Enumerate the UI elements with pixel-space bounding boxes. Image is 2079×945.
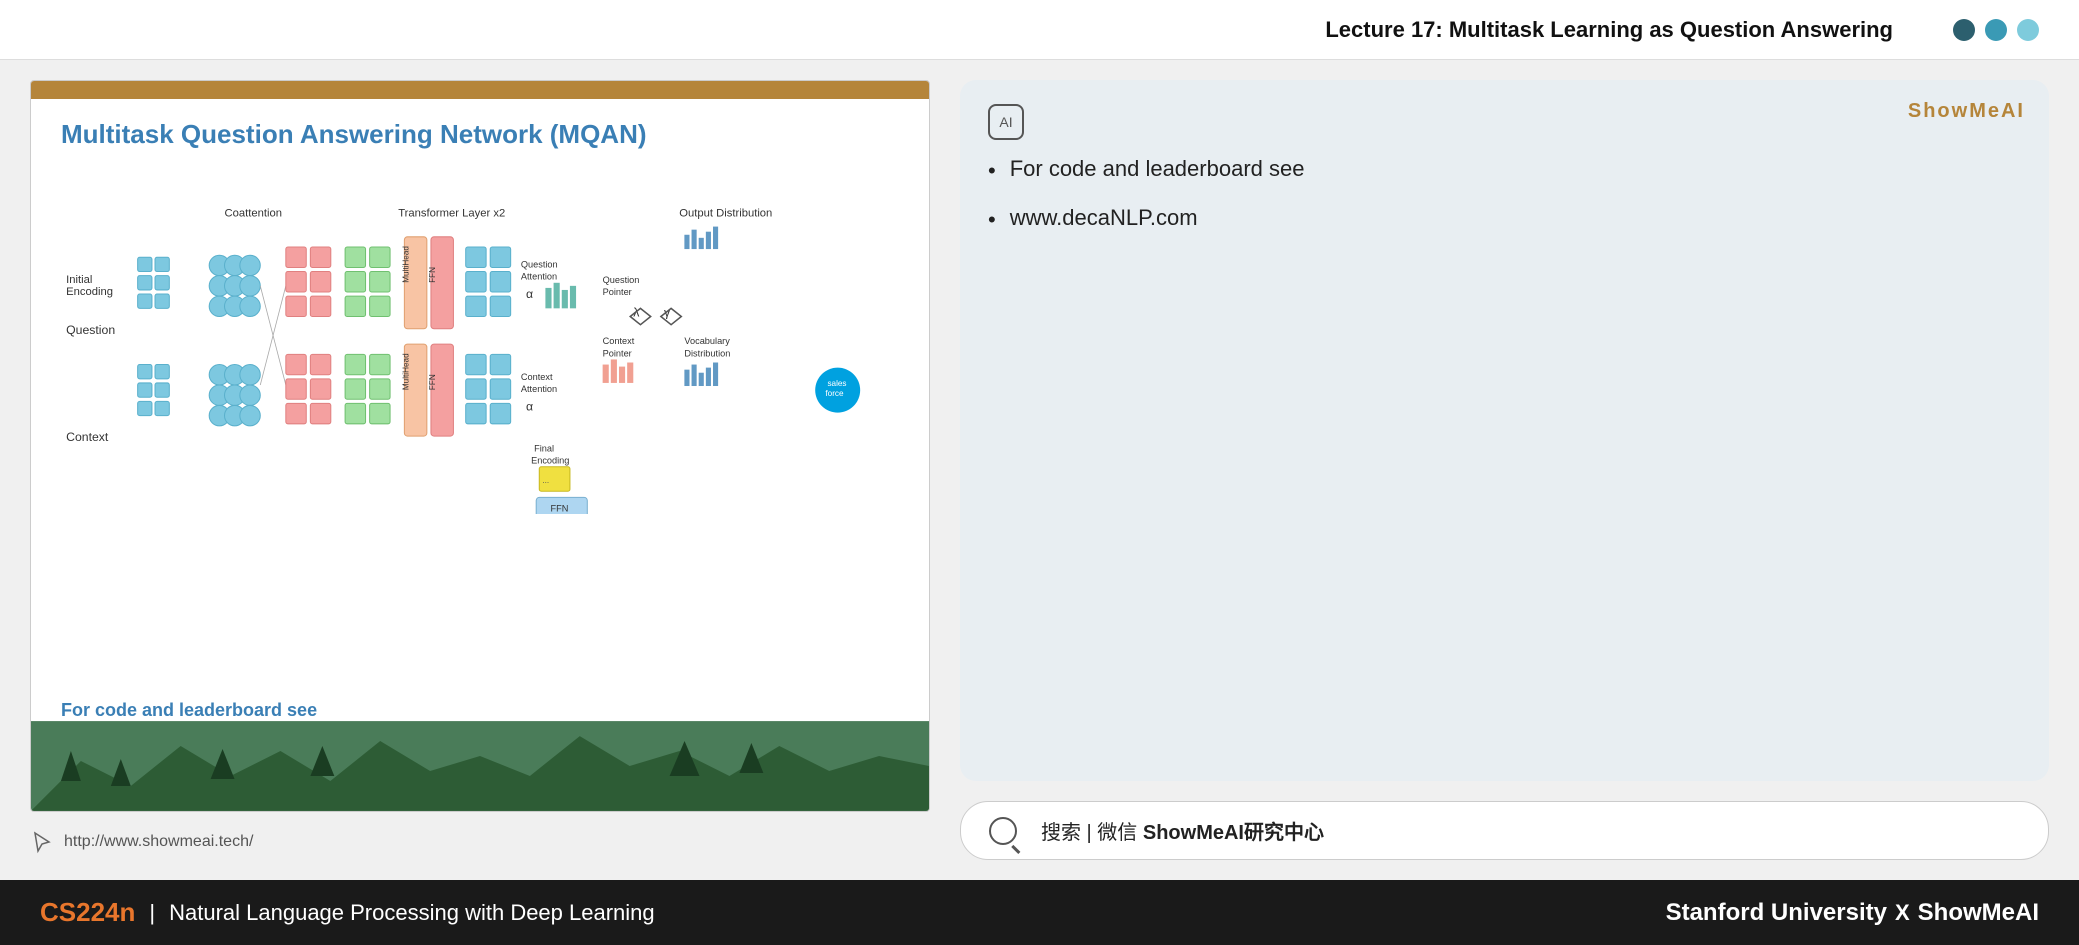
course-code: CS224n (40, 897, 135, 928)
svg-text:sales: sales (827, 379, 846, 388)
note-text-1: For code and leaderboard see (1010, 156, 1305, 182)
svg-text:Final: Final (534, 443, 554, 453)
bottom-right: Stanford University X ShowMeAI (1666, 899, 2039, 927)
bottom-left: CS224n | Natural Language Processing wit… (40, 897, 655, 928)
slide-title: Multitask Question Answering Network (MQ… (61, 119, 899, 150)
svg-text:Question: Question (603, 275, 640, 285)
svg-text:α: α (526, 287, 533, 301)
svg-text:Attention: Attention (521, 384, 557, 394)
svg-text:Transformer Layer x2: Transformer Layer x2 (398, 207, 505, 219)
slide-inner: Multitask Question Answering Network (MQ… (31, 99, 929, 811)
note-brand: ShowMeAI (1908, 100, 2025, 123)
svg-text:Question: Question (66, 323, 115, 337)
cursor-icon (30, 830, 54, 854)
svg-text:Pointer: Pointer (603, 287, 632, 297)
svg-text:Vocabulary: Vocabulary (684, 336, 730, 346)
slide-container: Multitask Question Answering Network (MQ… (30, 80, 930, 812)
course-divider: | (149, 900, 155, 926)
svg-text:Output Distribution: Output Distribution (679, 207, 772, 219)
url-bar: http://www.showmeai.tech/ (30, 824, 930, 860)
mountains-overlay (31, 721, 929, 811)
svg-text:FFN: FFN (428, 374, 437, 390)
svg-text:α: α (526, 400, 533, 414)
svg-text:Encoding: Encoding (531, 456, 569, 466)
slide-diagram: Initial Encoding Coattention Transformer… (61, 164, 899, 514)
svg-text:FFN: FFN (551, 504, 569, 514)
course-name: Natural Language Processing with Deep Le… (169, 900, 655, 926)
dot-2[interactable] (1985, 19, 2007, 41)
bullet-2: • (988, 205, 996, 236)
university-name: Stanford University (1666, 899, 1887, 927)
svg-text:Encoding: Encoding (66, 286, 113, 298)
lecture-title: Lecture 17: Multitask Learning as Questi… (40, 17, 1953, 43)
svg-text:Initial: Initial (66, 274, 92, 286)
ai-icon: AI (988, 104, 1024, 140)
main-content: Multitask Question Answering Network (MQ… (0, 60, 2079, 880)
svg-text:MultiHead: MultiHead (401, 353, 410, 390)
svg-text:Attention: Attention (521, 272, 557, 282)
svg-text:Context: Context (521, 372, 553, 382)
svg-text:FFN: FFN (428, 267, 437, 283)
search-icon (989, 817, 1017, 845)
svg-text:Coattention: Coattention (225, 207, 282, 219)
search-text: 搜索 | 微信 ShowMeAI研究中心 (1041, 816, 1324, 845)
bullet-1: • (988, 156, 996, 187)
slide-panel: Multitask Question Answering Network (MQ… (30, 80, 930, 860)
svg-text:force: force (825, 389, 844, 398)
svg-text:MultiHead: MultiHead (401, 246, 410, 283)
slide-url: http://www.showmeai.tech/ (64, 833, 253, 851)
dot-1[interactable] (1953, 19, 1975, 41)
footer-brand: ShowMeAI (1918, 899, 2039, 927)
svg-text:...: ... (542, 476, 549, 485)
top-bar: Lecture 17: Multitask Learning as Questi… (0, 0, 2079, 60)
note-item-1: • For code and leaderboard see (988, 156, 2021, 187)
bottom-text-line1: For code and leaderboard see (61, 697, 317, 724)
svg-text:Context: Context (66, 430, 109, 444)
diagram-svg: Initial Encoding Coattention Transformer… (61, 164, 899, 514)
svg-text:Context: Context (603, 336, 635, 346)
search-bold-text: ShowMeAI研究中心 (1143, 822, 1324, 844)
navigation-dots (1953, 19, 2039, 41)
right-panel: ShowMeAI AI • For code and leaderboard s… (960, 80, 2049, 860)
note-text-2: www.decaNLP.com (1010, 205, 1198, 231)
x-mark: X (1895, 900, 1910, 926)
note-item-2: • www.decaNLP.com (988, 205, 2021, 236)
svg-text:Pointer: Pointer (603, 348, 632, 358)
slide-top-bar (31, 81, 929, 99)
dot-3[interactable] (2017, 19, 2039, 41)
svg-text:Distribution: Distribution (684, 348, 730, 358)
svg-text:Question: Question (521, 259, 558, 269)
bottom-bar: CS224n | Natural Language Processing wit… (0, 880, 2079, 945)
note-card: ShowMeAI AI • For code and leaderboard s… (960, 80, 2049, 781)
search-bar[interactable]: 搜索 | 微信 ShowMeAI研究中心 (960, 801, 2049, 860)
